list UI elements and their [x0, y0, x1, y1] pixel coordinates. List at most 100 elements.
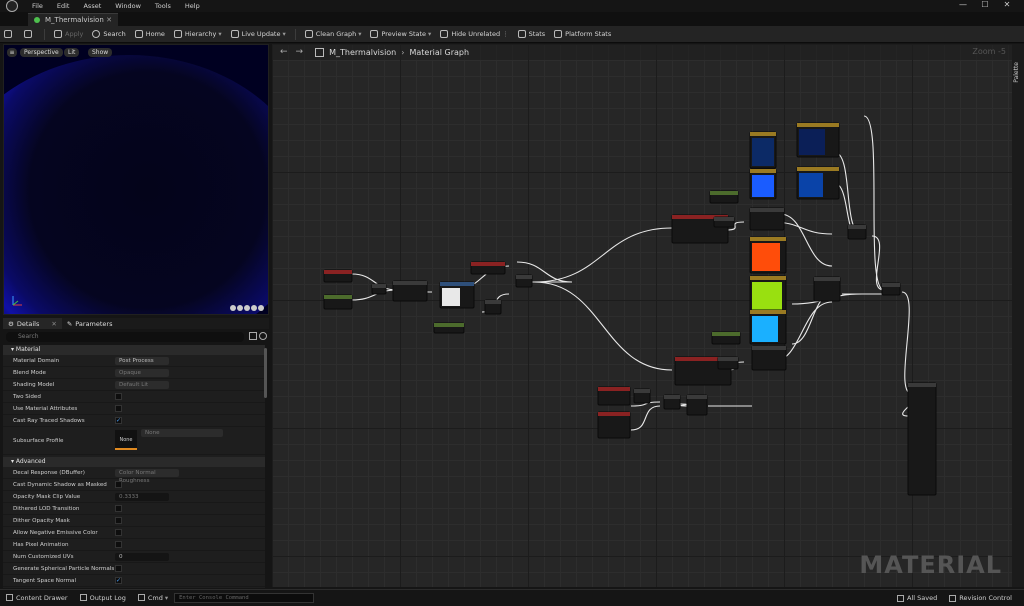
- asset-thumbnail[interactable]: None: [115, 430, 137, 450]
- property-checkbox[interactable]: [115, 565, 122, 572]
- hierarchy-button[interactable]: Hierarchy ▾: [173, 30, 222, 38]
- panner-node[interactable]: [392, 280, 428, 302]
- browse-button[interactable]: [24, 30, 35, 38]
- color-param-node-5[interactable]: [749, 236, 787, 274]
- constant-node[interactable]: [433, 322, 465, 334]
- property-checkbox[interactable]: [115, 405, 122, 412]
- forward-arrow-icon[interactable]: →: [296, 47, 304, 57]
- cylinder-preview-icon[interactable]: [230, 305, 236, 311]
- property-checkbox[interactable]: [115, 393, 122, 400]
- vector-param-node-b[interactable]: [711, 331, 741, 345]
- multiply-node-b[interactable]: [633, 388, 651, 404]
- close-tab-icon[interactable]: ✕: [51, 320, 56, 328]
- hide-unrelated-button[interactable]: Hide Unrelated ⋮: [440, 30, 509, 38]
- show-button[interactable]: Show: [88, 48, 113, 57]
- plane-preview-icon[interactable]: [244, 305, 250, 311]
- revision-control-button[interactable]: Revision Control: [949, 594, 1012, 602]
- section-material[interactable]: ▾ Material: [3, 345, 265, 355]
- property-checkbox[interactable]: [115, 529, 122, 536]
- add-node-bottom[interactable]: [717, 356, 739, 370]
- menu-file[interactable]: File: [32, 2, 43, 10]
- if-node-bottom[interactable]: [751, 345, 787, 371]
- stats-button[interactable]: Stats: [517, 30, 545, 38]
- color-param-node-6[interactable]: [749, 275, 787, 315]
- close-tab-icon[interactable]: ✕: [106, 16, 112, 24]
- custom-node[interactable]: [470, 261, 506, 275]
- breadcrumb-leaf[interactable]: Material Graph: [409, 48, 469, 57]
- property-number-field[interactable]: 0: [115, 553, 169, 561]
- color-param-node-2[interactable]: [749, 168, 777, 200]
- tab-material[interactable]: M_Thermalvision ✕: [28, 13, 118, 26]
- viewport-menu-button[interactable]: ≡: [7, 48, 17, 57]
- live-update-button[interactable]: Live Update ▾: [230, 30, 286, 38]
- console-command-input[interactable]: Enter Console Command: [174, 592, 315, 603]
- power-node[interactable]: [686, 394, 708, 416]
- texture-sample-node[interactable]: [323, 269, 353, 283]
- property-dropdown[interactable]: Post Process: [115, 357, 169, 365]
- close-window-button[interactable]: ✕: [996, 0, 1018, 9]
- details-scrollbar[interactable]: [264, 348, 267, 398]
- menu-tools[interactable]: Tools: [155, 2, 171, 10]
- platform-stats-button[interactable]: Platform Stats: [554, 30, 611, 38]
- texture-coordinate-node[interactable]: [323, 294, 353, 310]
- if-node-top[interactable]: [749, 207, 785, 231]
- menu-help[interactable]: Help: [185, 2, 200, 10]
- color-param-node-7[interactable]: [749, 309, 787, 345]
- preview-viewport[interactable]: ≡ Perspective Lit Show: [3, 44, 269, 315]
- maximize-button[interactable]: ☐: [974, 0, 996, 9]
- section-advanced[interactable]: ▾ Advanced: [3, 457, 265, 467]
- color-param-node-1[interactable]: [749, 131, 777, 169]
- all-saved-button[interactable]: All Saved: [897, 594, 937, 602]
- property-checkbox[interactable]: [115, 481, 122, 488]
- cmd-selector[interactable]: Cmd ▾: [137, 594, 168, 602]
- tab-details[interactable]: ⚙ Details ✕: [3, 318, 62, 329]
- property-checkbox[interactable]: [115, 505, 122, 512]
- menu-edit[interactable]: Edit: [57, 2, 70, 10]
- output-log-button[interactable]: Output Log: [79, 594, 126, 602]
- preview-state-button[interactable]: Preview State ▾: [370, 30, 431, 38]
- sphere-preview-icon[interactable]: [237, 305, 243, 311]
- lerp-node-c[interactable]: [847, 224, 867, 240]
- palette-tab[interactable]: Palette: [1013, 62, 1023, 83]
- home-button[interactable]: Home: [134, 30, 165, 38]
- scene-texture-node[interactable]: [439, 281, 475, 309]
- search-button[interactable]: Search: [92, 30, 126, 38]
- divide-node[interactable]: [484, 299, 502, 315]
- cube-preview-icon[interactable]: [251, 305, 257, 311]
- teapot-preview-icon[interactable]: [258, 305, 264, 311]
- color-param-node-3[interactable]: [796, 122, 840, 158]
- table-view-icon[interactable]: [249, 332, 257, 340]
- lit-button[interactable]: Lit: [64, 48, 80, 57]
- multiply-node-a[interactable]: [371, 283, 387, 295]
- property-checkbox[interactable]: [115, 541, 122, 548]
- vector-param-node[interactable]: [709, 190, 739, 204]
- settings-gear-icon[interactable]: [259, 332, 267, 340]
- property-dropdown[interactable]: Color Normal Roughness: [115, 469, 179, 484]
- lerp-node-a[interactable]: [515, 274, 533, 288]
- sine-node-b[interactable]: [597, 411, 631, 439]
- content-drawer-button[interactable]: Content Drawer: [6, 594, 68, 602]
- save-button[interactable]: [4, 30, 15, 38]
- lerp-node-b[interactable]: [813, 276, 841, 302]
- main-material-node[interactable]: [907, 382, 937, 496]
- asset-picker[interactable]: None: [141, 429, 223, 437]
- menu-window[interactable]: Window: [115, 2, 141, 10]
- tab-parameters[interactable]: ✎ Parameters: [62, 318, 118, 329]
- lerp-node-d[interactable]: [881, 282, 901, 296]
- color-param-node-4[interactable]: [796, 166, 840, 200]
- apply-button[interactable]: Apply: [54, 30, 83, 38]
- property-dropdown[interactable]: Default Lit: [115, 381, 169, 389]
- property-checkbox[interactable]: ✓: [115, 417, 122, 424]
- perspective-button[interactable]: Perspective: [20, 48, 63, 57]
- back-arrow-icon[interactable]: ←: [280, 47, 288, 57]
- add-node-top[interactable]: [713, 216, 735, 228]
- details-search-input[interactable]: Search: [6, 332, 244, 342]
- palette-sidebar[interactable]: [1012, 44, 1024, 587]
- clamp-node[interactable]: [663, 394, 681, 410]
- clean-graph-button[interactable]: Clean Graph ▾: [304, 30, 361, 38]
- menu-asset[interactable]: Asset: [83, 2, 101, 10]
- material-graph-canvas[interactable]: ← → M_Thermalvision › Material Graph Zoo…: [272, 44, 1012, 587]
- property-dropdown[interactable]: Opaque: [115, 369, 169, 377]
- property-checkbox[interactable]: [115, 517, 122, 524]
- property-checkbox[interactable]: ✓: [115, 577, 122, 584]
